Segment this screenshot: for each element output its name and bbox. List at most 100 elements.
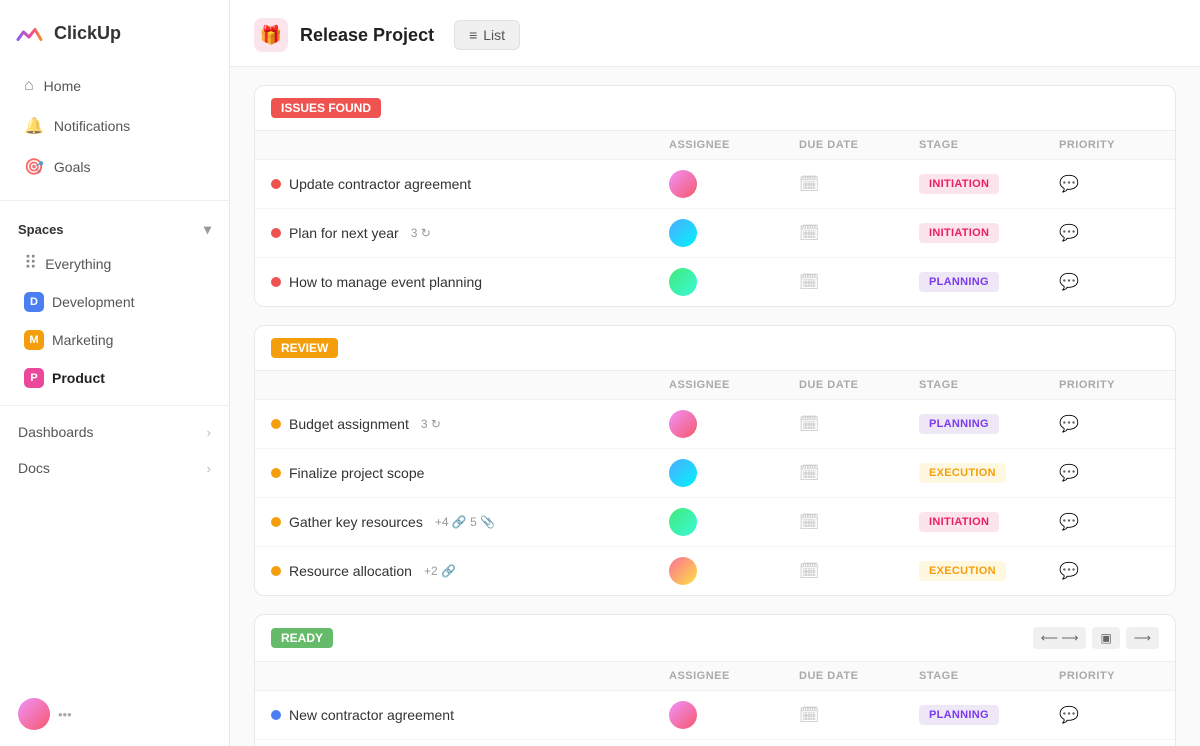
marketing-label: Marketing bbox=[52, 332, 113, 348]
marketing-badge: M bbox=[24, 330, 44, 350]
toolbar-btn-2[interactable]: ▣ bbox=[1092, 627, 1119, 649]
sidebar-item-marketing[interactable]: M Marketing bbox=[6, 322, 223, 358]
development-badge: D bbox=[24, 292, 44, 312]
task-name[interactable]: Plan for next year 3 ↻ bbox=[271, 225, 669, 241]
sidebar-item-product[interactable]: P Product bbox=[6, 360, 223, 396]
task-due-date: 🗓 bbox=[799, 705, 919, 725]
calendar-icon: 🗓 bbox=[799, 225, 819, 242]
sidebar-item-notifications[interactable]: 🔔 Notifications bbox=[6, 106, 223, 146]
task-stage: PLANNING bbox=[919, 272, 1059, 292]
task-stage: INITIATION bbox=[919, 174, 1059, 194]
sidebar-home-label: Home bbox=[44, 78, 81, 94]
dashboards-label: Dashboards bbox=[18, 424, 94, 440]
product-badge: P bbox=[24, 368, 44, 388]
sidebar-goals-label: Goals bbox=[54, 159, 91, 175]
sidebar-item-dashboards[interactable]: Dashboards › bbox=[0, 414, 229, 450]
task-priority: 💬 bbox=[1059, 463, 1159, 483]
task-name[interactable]: New contractor agreement bbox=[271, 707, 669, 723]
review-section: REVIEW ASSIGNEE DUE DATE STAGE PRIORITY … bbox=[254, 325, 1176, 596]
task-priority: 💬 bbox=[1059, 512, 1159, 532]
task-dot-yellow bbox=[271, 468, 281, 478]
task-label: Resource allocation bbox=[289, 563, 412, 579]
avatar bbox=[669, 219, 697, 247]
task-label: How to manage event planning bbox=[289, 274, 482, 290]
calendar-icon: 🗓 bbox=[799, 274, 819, 291]
avatar bbox=[669, 701, 697, 729]
avatar bbox=[669, 410, 697, 438]
sidebar-item-development[interactable]: D Development bbox=[6, 284, 223, 320]
stage-badge: INITIATION bbox=[919, 223, 999, 243]
comment-icon: 💬 bbox=[1059, 274, 1079, 291]
spaces-label: Spaces bbox=[18, 222, 64, 237]
avatar bbox=[669, 508, 697, 536]
chevron-down-icon[interactable]: ▾ bbox=[204, 221, 211, 238]
col-header-priority-2: PRIORITY bbox=[1059, 379, 1159, 391]
col-header-task bbox=[271, 670, 669, 682]
task-dot-yellow bbox=[271, 419, 281, 429]
sidebar-nav: ⌂ Home 🔔 Notifications 🎯 Goals bbox=[0, 62, 229, 192]
task-priority: 💬 bbox=[1059, 705, 1159, 725]
task-stage: EXECUTION bbox=[919, 561, 1059, 581]
calendar-icon: 🗓 bbox=[799, 514, 819, 531]
task-dot-red bbox=[271, 228, 281, 238]
table-row: Refresh company website 5 📎 🗓 EXECUTION … bbox=[255, 740, 1175, 746]
task-name[interactable]: Gather key resources +4 🔗 5 📎 bbox=[271, 514, 669, 530]
user-avatar-area[interactable]: ••• bbox=[0, 682, 229, 746]
toolbar-btn-3[interactable]: ⟶ bbox=[1126, 627, 1159, 649]
table-row: How to manage event planning 🗓 PLANNING … bbox=[255, 258, 1175, 306]
sidebar-item-goals[interactable]: 🎯 Goals bbox=[6, 147, 223, 187]
task-dot-yellow bbox=[271, 517, 281, 527]
main-content: 🎁 Release Project ≡ List ISSUES FOUND AS… bbox=[230, 0, 1200, 746]
task-assignee bbox=[669, 557, 799, 585]
task-meta: 3 ↻ bbox=[411, 226, 431, 240]
task-stage: PLANNING bbox=[919, 705, 1059, 725]
task-name[interactable]: Update contractor agreement bbox=[271, 176, 669, 192]
project-title: Release Project bbox=[300, 25, 434, 46]
stage-badge: EXECUTION bbox=[919, 463, 1006, 483]
task-name[interactable]: Finalize project scope bbox=[271, 465, 669, 481]
comment-icon: 💬 bbox=[1059, 225, 1079, 242]
calendar-icon: 🗓 bbox=[799, 707, 819, 724]
task-due-date: 🗓 bbox=[799, 223, 919, 243]
task-assignee bbox=[669, 459, 799, 487]
dots-icon: ⠿ bbox=[24, 253, 37, 274]
sidebar-item-everything[interactable]: ⠿ Everything bbox=[6, 245, 223, 282]
sidebar-item-home[interactable]: ⌂ Home bbox=[6, 67, 223, 105]
task-due-date: 🗓 bbox=[799, 463, 919, 483]
section-toolbar: ⟵ ⟶ ▣ ⟶ bbox=[1033, 627, 1159, 649]
task-label: Finalize project scope bbox=[289, 465, 424, 481]
task-meta: 3 ↻ bbox=[421, 417, 441, 431]
comment-icon: 💬 bbox=[1059, 563, 1079, 580]
toolbar-btn-1[interactable]: ⟵ ⟶ bbox=[1033, 627, 1087, 649]
task-priority: 💬 bbox=[1059, 414, 1159, 434]
task-label: Budget assignment bbox=[289, 416, 409, 432]
home-icon: ⌂ bbox=[24, 77, 34, 95]
review-badge: REVIEW bbox=[271, 338, 338, 358]
task-name[interactable]: How to manage event planning bbox=[271, 274, 669, 290]
task-label: Update contractor agreement bbox=[289, 176, 471, 192]
col-header-duedate-3: DUE DATE bbox=[799, 670, 919, 682]
task-dot-blue bbox=[271, 710, 281, 720]
task-name[interactable]: Budget assignment 3 ↻ bbox=[271, 416, 669, 432]
issues-found-col-headers: ASSIGNEE DUE DATE STAGE PRIORITY bbox=[255, 131, 1175, 160]
task-name[interactable]: Resource allocation +2 🔗 bbox=[271, 563, 669, 579]
task-due-date: 🗓 bbox=[799, 512, 919, 532]
sidebar: ClickUp ⌂ Home 🔔 Notifications 🎯 Goals S… bbox=[0, 0, 230, 746]
calendar-icon: 🗓 bbox=[799, 465, 819, 482]
stage-badge: EXECUTION bbox=[919, 561, 1006, 581]
sidebar-item-docs[interactable]: Docs › bbox=[0, 450, 229, 486]
stage-badge: PLANNING bbox=[919, 414, 999, 434]
more-options-icon: ••• bbox=[58, 707, 72, 722]
docs-label: Docs bbox=[18, 460, 50, 476]
col-header-duedate-1: DUE DATE bbox=[799, 139, 919, 151]
app-logo[interactable]: ClickUp bbox=[0, 0, 229, 62]
list-view-tab[interactable]: ≡ List bbox=[454, 20, 520, 50]
col-header-assignee-3: ASSIGNEE bbox=[669, 670, 799, 682]
col-header-stage-2: STAGE bbox=[919, 379, 1059, 391]
avatar bbox=[669, 557, 697, 585]
col-header-assignee-2: ASSIGNEE bbox=[669, 379, 799, 391]
spaces-section-header: Spaces ▾ bbox=[0, 209, 229, 244]
table-row: Finalize project scope 🗓 EXECUTION 💬 bbox=[255, 449, 1175, 498]
task-due-date: 🗓 bbox=[799, 414, 919, 434]
sidebar-divider bbox=[0, 200, 229, 201]
